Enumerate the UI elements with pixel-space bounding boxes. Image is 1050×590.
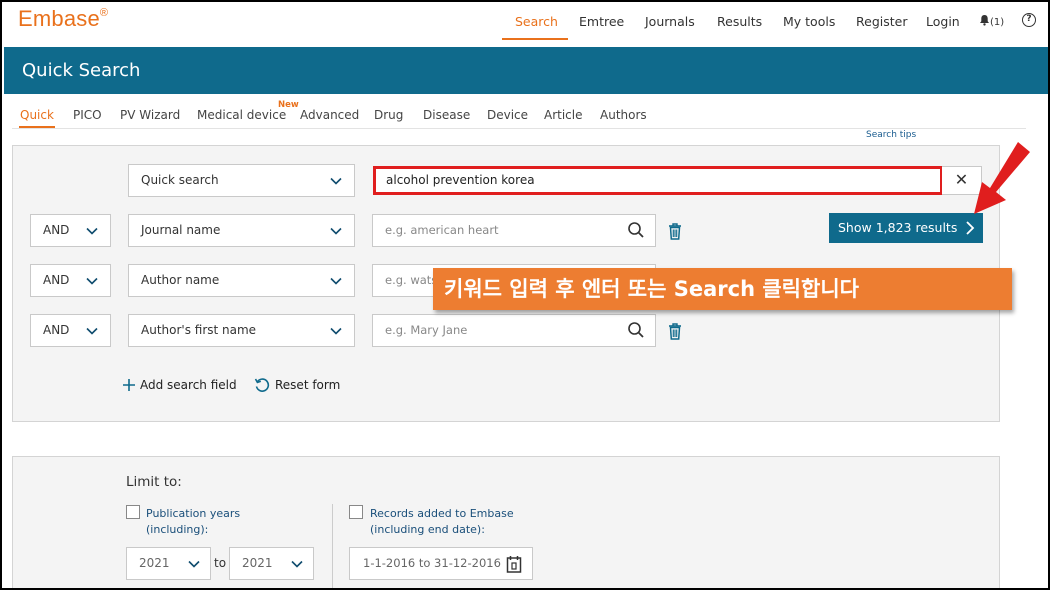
nav-emtree[interactable]: Emtree	[579, 14, 624, 29]
chevron-down-icon	[86, 227, 98, 235]
year-to-select[interactable]: 2021	[229, 547, 314, 580]
tab-device[interactable]: Device	[487, 108, 528, 122]
plus-icon	[123, 379, 135, 391]
bell-icon	[980, 15, 989, 26]
show-results-button[interactable]: Show 1,823 results	[829, 213, 983, 243]
records-added-sublabel: (including end date):	[370, 523, 485, 536]
year-from-select[interactable]: 2021	[126, 547, 211, 580]
publication-years-checkbox[interactable]	[126, 505, 140, 519]
tabs-divider	[12, 128, 1026, 129]
trash-icon[interactable]	[667, 222, 683, 240]
field-select-label: Quick search	[141, 173, 219, 187]
page-header: Quick Search	[4, 47, 1048, 94]
app-window: Embase® Search Emtree Journals Results M…	[2, 2, 1048, 588]
records-added-checkbox[interactable]	[349, 505, 363, 519]
tab-quick[interactable]: Quick	[20, 108, 54, 122]
tab-advanced[interactable]: Advanced	[300, 108, 359, 122]
tab-medical-device[interactable]: Medical device	[197, 108, 286, 122]
reset-icon	[254, 378, 270, 392]
boolean-operator-select[interactable]: AND	[30, 214, 111, 247]
instruction-callout: 키워드 입력 후 엔터 또는 Search 클릭합니다	[433, 268, 1012, 310]
year-from-value: 2021	[139, 556, 170, 570]
help-icon[interactable]: ?	[1022, 13, 1036, 27]
field-select-label: Journal name	[141, 223, 221, 237]
search-icon[interactable]	[627, 221, 645, 239]
limit-title: Limit to:	[126, 474, 182, 490]
trash-icon[interactable]	[667, 322, 683, 340]
reset-form-button[interactable]: Reset form	[275, 378, 340, 392]
field-select-label: Author's first name	[141, 323, 257, 337]
chevron-down-icon	[188, 560, 200, 568]
nav-results[interactable]: Results	[717, 14, 762, 29]
quick-search-field-select[interactable]: Quick search	[128, 164, 355, 197]
tab-pico[interactable]: PICO	[73, 108, 102, 122]
chevron-down-icon	[291, 560, 303, 568]
field-select-label: Author name	[141, 273, 220, 287]
tab-pv-wizard[interactable]: PV Wizard	[120, 108, 180, 122]
add-search-field-button[interactable]: Add search field	[140, 378, 237, 392]
search-tips-link[interactable]: Search tips	[866, 130, 916, 140]
search-icon[interactable]	[627, 321, 645, 339]
top-navigation: Embase® Search Emtree Journals Results M…	[2, 2, 1048, 48]
publication-years-label: Publication years	[146, 507, 241, 520]
chevron-right-icon	[966, 221, 975, 235]
chevron-down-icon	[330, 277, 342, 285]
chevron-down-icon	[86, 327, 98, 335]
author-first-name-field-select[interactable]: Author's first name	[128, 314, 355, 347]
nav-my-tools[interactable]: My tools	[783, 14, 835, 29]
tab-drug[interactable]: Drug	[374, 108, 403, 122]
quick-search-input[interactable]: alcohol prevention korea	[373, 166, 943, 195]
limit-divider	[332, 504, 333, 588]
journal-name-input[interactable]: e.g. american heart	[372, 214, 656, 247]
active-nav-indicator	[502, 38, 568, 40]
red-arrow-annotation	[974, 142, 1030, 214]
chevron-down-icon	[330, 177, 342, 185]
date-range-value: 1-1-2016 to 31-12-2016	[363, 556, 501, 570]
input-placeholder: e.g. wats	[385, 273, 438, 287]
new-badge: New	[278, 100, 299, 110]
nav-register[interactable]: Register	[856, 14, 907, 29]
author-first-name-input[interactable]: e.g. Mary Jane	[372, 314, 656, 347]
operator-label: AND	[43, 223, 70, 237]
boolean-operator-select[interactable]: AND	[30, 314, 111, 347]
page-title: Quick Search	[22, 60, 141, 81]
publication-years-sublabel: (including):	[146, 523, 209, 536]
date-range-input[interactable]: 1-1-2016 to 31-12-2016	[349, 547, 533, 580]
boolean-operator-select[interactable]: AND	[30, 264, 111, 297]
chevron-down-icon	[330, 327, 342, 335]
search-query-text: alcohol prevention korea	[386, 173, 535, 187]
year-to-value: 2021	[242, 556, 273, 570]
operator-label: AND	[43, 323, 70, 337]
calendar-icon[interactable]	[506, 555, 522, 573]
tab-disease[interactable]: Disease	[423, 108, 470, 122]
show-results-label: Show 1,823 results	[838, 220, 958, 235]
input-placeholder: e.g. Mary Jane	[385, 323, 468, 337]
records-added-label: Records added to Embase	[370, 507, 514, 520]
embase-logo[interactable]: Embase®	[18, 6, 108, 32]
chevron-down-icon	[330, 227, 342, 235]
tab-article[interactable]: Article	[544, 108, 583, 122]
range-to-label: to	[214, 556, 227, 570]
chevron-down-icon	[86, 277, 98, 285]
nav-journals[interactable]: Journals	[645, 14, 695, 29]
tab-authors[interactable]: Authors	[600, 108, 647, 122]
journal-name-field-select[interactable]: Journal name	[128, 214, 355, 247]
notification-count: (1)	[990, 17, 1005, 28]
author-name-field-select[interactable]: Author name	[128, 264, 355, 297]
input-placeholder: e.g. american heart	[385, 223, 499, 237]
nav-search[interactable]: Search	[515, 14, 558, 29]
nav-login[interactable]: Login	[926, 14, 960, 29]
operator-label: AND	[43, 273, 70, 287]
notifications-button[interactable]: (1)	[979, 14, 1004, 28]
